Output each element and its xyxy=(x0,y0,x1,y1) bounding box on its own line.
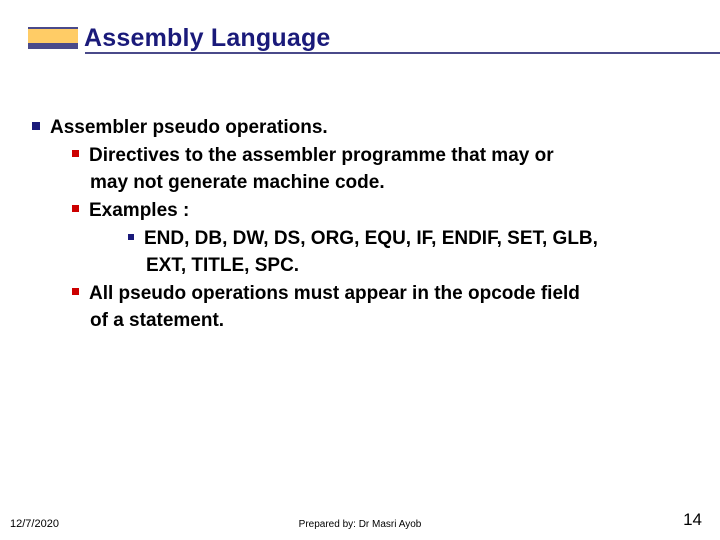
title-underline xyxy=(85,52,720,54)
footer: 12/7/2020 Prepared by: Dr Masri Ayob 14 xyxy=(0,510,720,530)
bullet-level2: Directives to the assembler programme th… xyxy=(72,143,702,169)
footer-date: 12/7/2020 xyxy=(10,518,59,530)
square-bullet-icon xyxy=(72,205,79,212)
slide-title: Assembly Language xyxy=(84,24,331,53)
square-bullet-icon xyxy=(72,150,79,157)
bullet-text: All pseudo operations must appear in the… xyxy=(89,283,580,304)
bullet-level1: Assembler pseudo operations. xyxy=(32,115,702,141)
footer-prepared-by: Prepared by: Dr Masri Ayob xyxy=(299,519,422,530)
bullet-text: Directives to the assembler programme th… xyxy=(89,145,554,166)
bullet-wrap: may not generate machine code. xyxy=(90,170,702,196)
title-accent-block xyxy=(28,27,78,49)
title-bar: Assembly Language xyxy=(28,21,720,55)
bullet-wrap: of a statement. xyxy=(90,308,702,334)
bullet-level2: Examples : xyxy=(72,198,702,224)
bullet-level3: END, DB, DW, DS, ORG, EQU, IF, ENDIF, SE… xyxy=(128,226,702,252)
bullet-text: Examples : xyxy=(89,200,189,221)
slide-content: Assembler pseudo operations. Directives … xyxy=(32,115,702,336)
square-bullet-icon xyxy=(72,288,79,295)
bullet-text: EXT, TITLE, SPC. xyxy=(146,255,299,276)
bullet-text: may not generate machine code. xyxy=(90,172,385,193)
bullet-level2: All pseudo operations must appear in the… xyxy=(72,281,702,307)
bullet-text: of a statement. xyxy=(90,310,224,331)
bullet-wrap: EXT, TITLE, SPC. xyxy=(146,253,702,279)
square-bullet-icon xyxy=(32,122,40,130)
bullet-text: END, DB, DW, DS, ORG, EQU, IF, ENDIF, SE… xyxy=(144,228,598,249)
heading-text: Assembler pseudo operations. xyxy=(50,117,328,138)
page-number: 14 xyxy=(683,510,702,530)
square-bullet-icon xyxy=(128,234,134,240)
